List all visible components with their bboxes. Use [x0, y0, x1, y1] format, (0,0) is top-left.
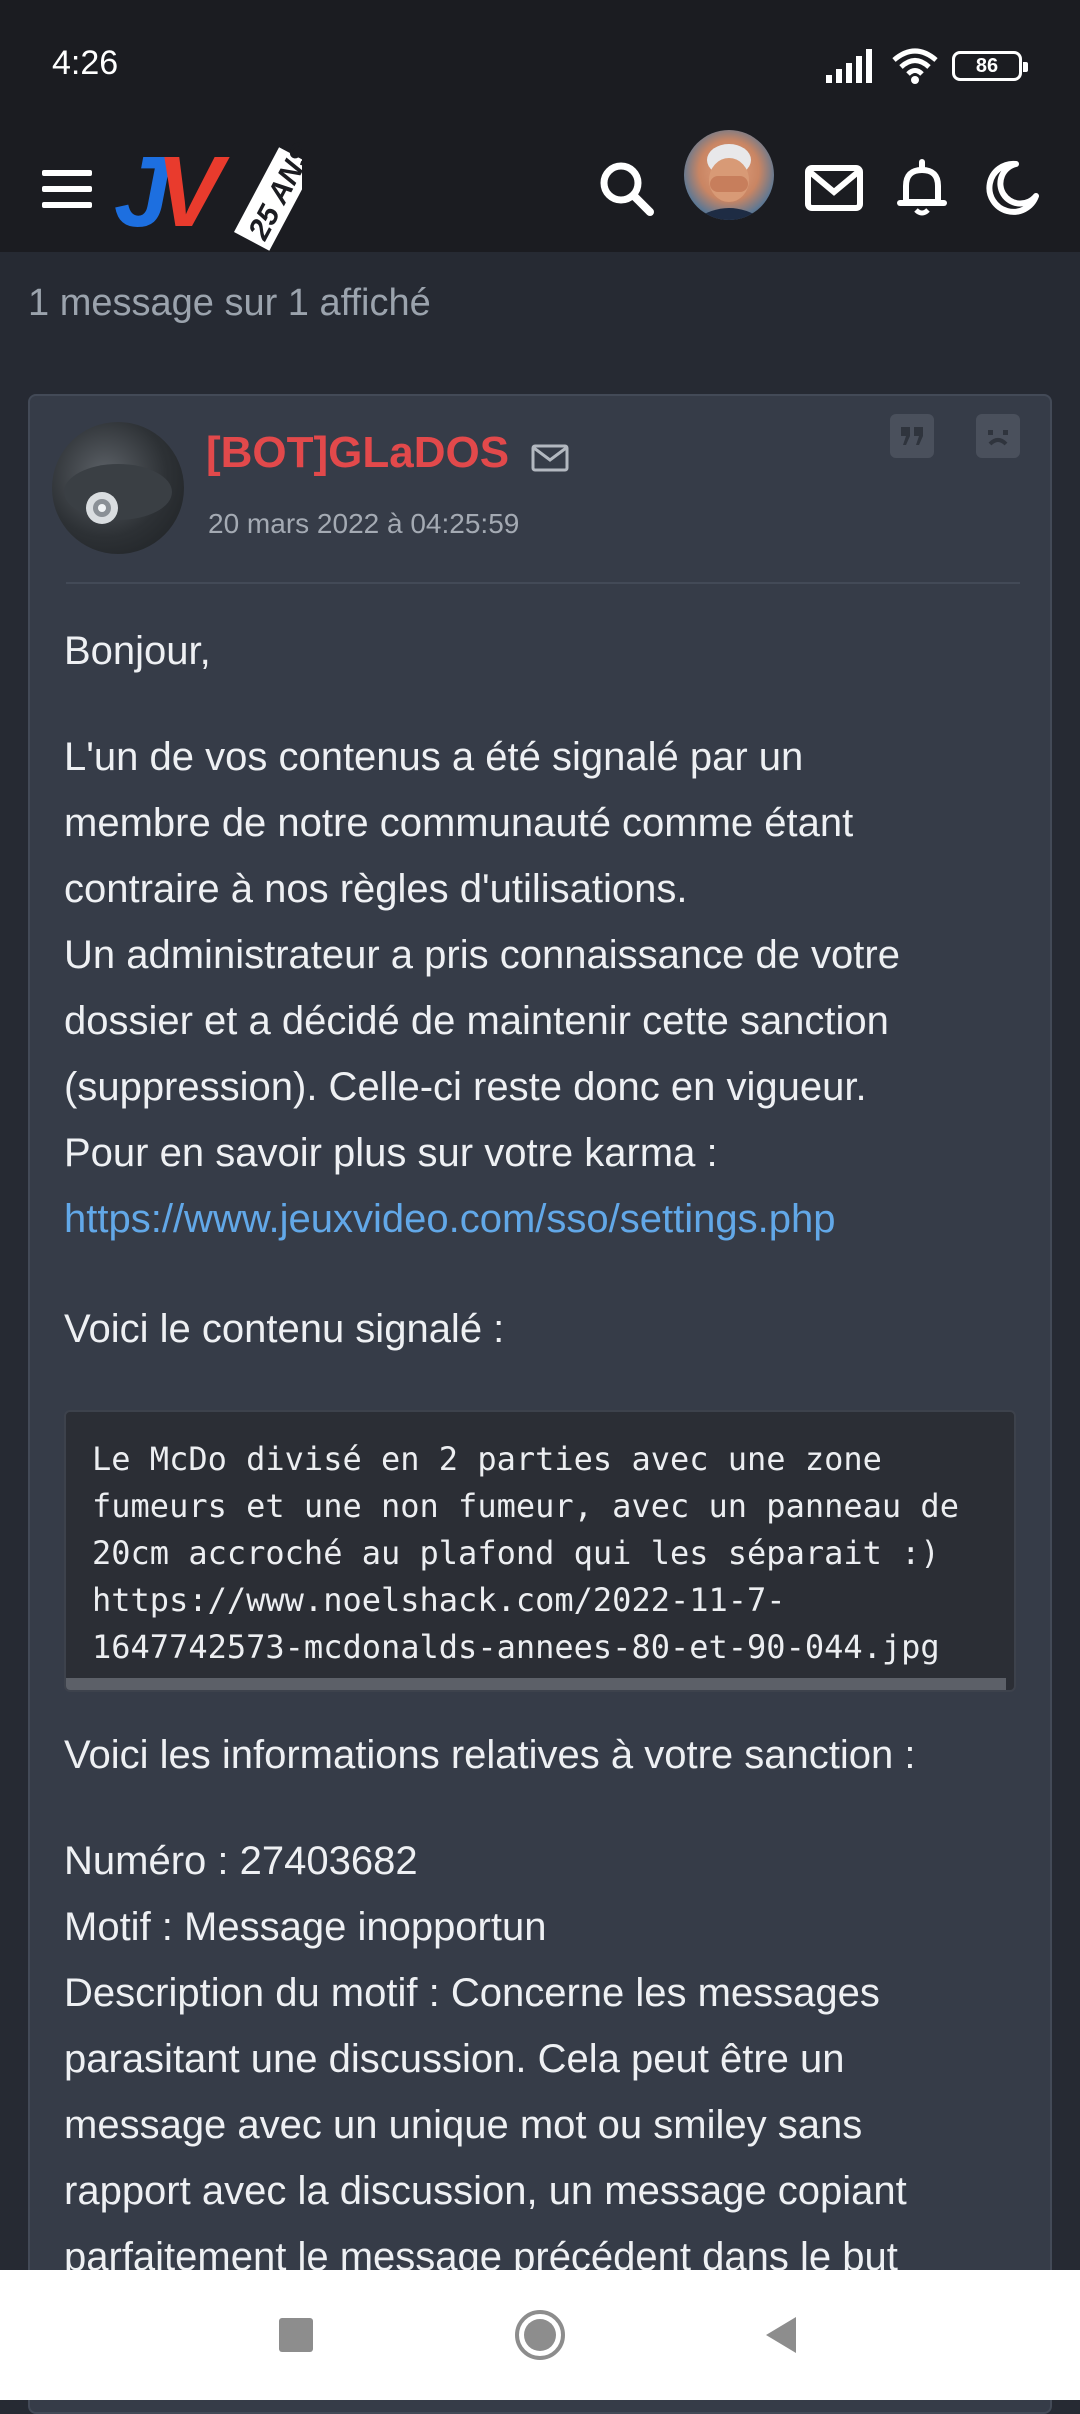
post-line: membre de notre communauté comme étant: [64, 801, 854, 845]
battery-icon: 86: [952, 51, 1028, 81]
code-line: https://www.noelshack.com/2022-11-7-: [92, 1581, 786, 1619]
code-line: 1647742573-mcdonalds-annees-80-et-90-044…: [92, 1628, 940, 1666]
quote-button[interactable]: [890, 414, 934, 458]
bell-icon[interactable]: [890, 156, 954, 220]
svg-text:V: V: [156, 136, 230, 248]
post-line: dossier et a décidé de maintenir cette s…: [64, 999, 889, 1043]
post-card: [BOT]GLaDOS 20 mars 2022 à 04:25:59 Bonj…: [28, 394, 1052, 2414]
system-nav-bar: [0, 2270, 1080, 2400]
sanction-line: Numéro : 27403682: [64, 1839, 418, 1883]
post-line: contraire à nos règles d'utilisations.: [64, 867, 688, 911]
reported-content-block: Le McDo divisé en 2 parties avec une zon…: [64, 1410, 1016, 1692]
search-icon[interactable]: [594, 156, 658, 220]
reported-intro: Voici le contenu signalé :: [64, 1307, 505, 1351]
avatar[interactable]: [684, 130, 774, 220]
signal-icon: [826, 49, 872, 83]
sad-face-icon: [988, 430, 1008, 446]
app-header: J V 25 ANS: [0, 128, 1080, 252]
jv-logo[interactable]: J V 25 ANS: [112, 128, 302, 252]
status-time: 4:26: [52, 44, 119, 82]
sanction-details: Numéro : 27403682 Motif : Message inoppo…: [64, 1828, 1024, 2290]
code-line: 20cm accroché au plafond qui les séparai…: [92, 1534, 940, 1572]
sanction-line: parasitant une discussion. Cela peut êtr…: [64, 2037, 845, 2081]
home-button[interactable]: [480, 2270, 600, 2400]
sanction-line: message avec un unique mot ou smiley san…: [64, 2103, 863, 2147]
post-line: Pour en savoir plus sur votre karma :: [64, 1131, 718, 1175]
status-bar: 4:26 86: [0, 0, 1080, 128]
sanction-line: Description du motif : Concerne les mess…: [64, 1971, 880, 2015]
svg-text:25 ANS: 25 ANS: [242, 138, 302, 246]
author-avatar[interactable]: [52, 422, 184, 554]
code-content: Le McDo divisé en 2 parties avec une zon…: [66, 1412, 1014, 1671]
karma-link[interactable]: https://www.jeuxvideo.com/sso/settings.p…: [64, 1186, 1024, 1252]
recents-icon: [279, 2318, 313, 2352]
mail-icon[interactable]: [802, 156, 866, 220]
recents-button[interactable]: [236, 2270, 356, 2400]
send-mp-icon[interactable]: [530, 438, 570, 478]
post-date: 20 mars 2022 à 04:25:59: [208, 508, 520, 539]
battery-level: 86: [975, 54, 999, 77]
post-paragraph: L'un de vos contenus a été signalé par u…: [64, 724, 1024, 1252]
post-line: Un administrateur a pris connaissance de…: [64, 933, 900, 977]
post-line: L'un de vos contenus a été signalé par u…: [64, 735, 804, 779]
menu-icon[interactable]: [42, 160, 96, 220]
status-icons: 86: [826, 46, 1028, 86]
code-line: fumeurs et une non fumeur, avec un panne…: [92, 1487, 959, 1525]
back-icon: [766, 2317, 796, 2353]
moon-icon[interactable]: [980, 156, 1044, 220]
horizontal-scrollbar[interactable]: [66, 1678, 1006, 1690]
post-divider: [66, 582, 1020, 584]
message-count: 1 message sur 1 affiché: [28, 282, 431, 324]
wifi-icon: [892, 48, 938, 84]
home-icon: [515, 2310, 565, 2360]
sanction-line: rapport avec la discussion, un message c…: [64, 2169, 907, 2213]
greeting-text: Bonjour,: [64, 629, 211, 673]
back-button[interactable]: [722, 2270, 842, 2400]
quote-icon: [901, 427, 923, 445]
report-button[interactable]: [976, 414, 1020, 458]
post-line: (suppression). Celle-ci reste donc en vi…: [64, 1065, 867, 1109]
sanction-intro: Voici les informations relatives à votre…: [64, 1733, 916, 1777]
author-name[interactable]: [BOT]GLaDOS: [206, 428, 509, 478]
code-line: Le McDo divisé en 2 parties avec une zon…: [92, 1440, 882, 1478]
sanction-line: Motif : Message inopportun: [64, 1905, 547, 1949]
